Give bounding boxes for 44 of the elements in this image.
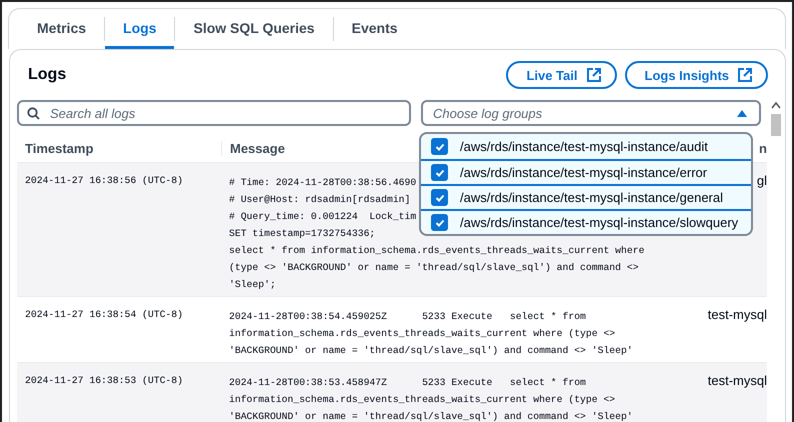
log-group-option[interactable]: /aws/rds/instance/test-mysql-instance/general bbox=[421, 184, 751, 209]
checkbox[interactable] bbox=[431, 138, 448, 155]
message-line: # User@Host: rdsadmin[rdsadmin] bbox=[229, 194, 410, 205]
timestamp-cell-text: 2024-11-27 16:38:53 (UTC-8) bbox=[24, 374, 184, 388]
option-label: /aws/rds/instance/test-mysql-instance/slowquery bbox=[460, 215, 738, 230]
message-line: 2024-11-28T00:38:54.459025Z 5233 Execute select * from bbox=[229, 311, 586, 322]
check-icon bbox=[434, 142, 444, 152]
log-group-select[interactable]: Choose log groups bbox=[421, 100, 761, 126]
panel-title: Logs bbox=[28, 66, 66, 84]
message-line: information_schema.rds_events_threads_waits_current where (type <> bbox=[229, 328, 616, 339]
timestamp-cell-text: 2024-11-27 16:38:54 (UTC-8) bbox=[24, 308, 184, 322]
check-icon bbox=[434, 168, 444, 178]
message-line: SET timestamp=1732754336; bbox=[229, 228, 376, 239]
log-group-option[interactable]: /aws/rds/instance/test-mysql-instance/slowquery bbox=[421, 209, 751, 234]
message-line: 'BACKGROUND' or name = 'thread/sql/slave_sql') and command <> 'Sleep' bbox=[229, 345, 633, 356]
message-line: 'BACKGROUND' or name = 'thread/sql/slave_sql') and command <> 'Sleep' bbox=[229, 411, 633, 422]
search-field[interactable]: Search all logs bbox=[17, 100, 411, 126]
check-icon bbox=[434, 218, 444, 228]
message-line: select * from information_schema.rds_events_threads_waits_current where bbox=[229, 245, 644, 256]
external-link-icon bbox=[586, 68, 600, 82]
table-cell-text: test-mysql bbox=[706, 372, 767, 390]
log-group-option[interactable]: /aws/rds/instance/test-mysql-instance/error bbox=[421, 159, 751, 184]
external-link-icon bbox=[738, 68, 752, 82]
option-label: /aws/rds/instance/test-mysql-instance/general bbox=[460, 190, 724, 205]
external-link-button[interactable]: Logs Insights bbox=[624, 61, 768, 89]
check-icon bbox=[434, 192, 444, 202]
option-label: /aws/rds/instance/test-mysql-instance/error bbox=[460, 165, 708, 180]
message-line: (type <> 'BACKGROUND' or name = 'thread/sql/slave_sql') and command <> bbox=[229, 262, 639, 273]
message-line: 2024-11-28T00:38:53.458947Z 5233 Execute select * from bbox=[229, 377, 586, 388]
external-link-button[interactable]: Live Tail bbox=[506, 61, 616, 89]
tab[interactable]: Slow SQL Queries bbox=[175, 9, 333, 49]
message-line: # Time: 2024-11-28T00:38:56.4690 bbox=[229, 177, 416, 188]
checkbox[interactable] bbox=[431, 214, 448, 231]
table-cell-text: test-mysql bbox=[706, 306, 767, 324]
message-line: information_schema.rds_events_threads_waits_current where (type <> bbox=[229, 394, 616, 405]
tab[interactable]: Events bbox=[334, 9, 416, 49]
timestamp-cell-text: 2024-11-27 16:38:56 (UTC-8) bbox=[24, 174, 184, 188]
checkbox[interactable] bbox=[431, 164, 448, 181]
checkbox[interactable] bbox=[431, 189, 448, 206]
message-line: # Query_time: 0.001224 Lock_tim bbox=[229, 211, 416, 222]
message-line: 'Sleep'; bbox=[229, 279, 276, 290]
tab[interactable]: Logs bbox=[105, 9, 174, 49]
tab[interactable]: Metrics bbox=[19, 9, 104, 49]
column-header: Timestamp bbox=[24, 140, 94, 156]
